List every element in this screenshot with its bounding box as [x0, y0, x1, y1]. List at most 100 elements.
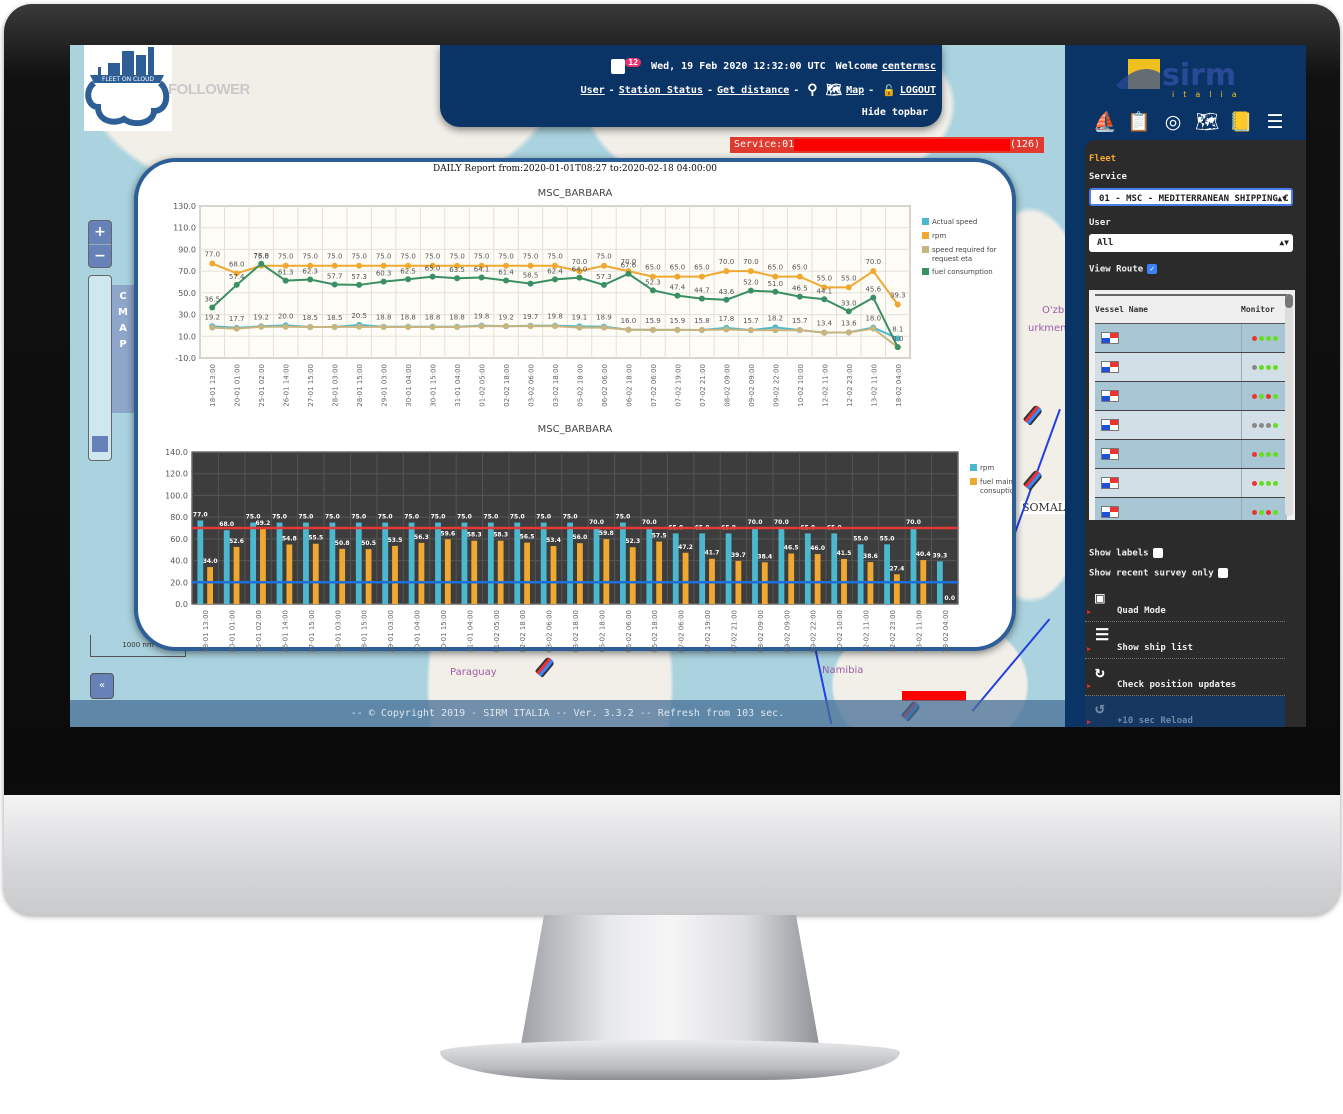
data-label: 33.0	[841, 299, 857, 307]
y-tick-label: 50.0	[178, 289, 196, 298]
cmap-tab[interactable]: C M A P	[112, 285, 134, 413]
ship-marker-icon[interactable]	[1022, 404, 1044, 426]
vessel-row[interactable]	[1095, 411, 1287, 440]
panama-flag-icon	[1101, 332, 1119, 344]
redacted-service-name	[794, 139, 1010, 151]
hide-topbar-button[interactable]: Hide topbar	[862, 107, 928, 118]
data-label: 27.4	[889, 565, 904, 572]
data-point	[209, 260, 216, 267]
data-point	[405, 323, 412, 330]
report-icon[interactable]: 📋	[1127, 109, 1151, 135]
status-dot-gray	[1251, 364, 1257, 370]
view-route-checkbox[interactable]: ✓	[1147, 264, 1158, 274]
data-label: 65.0	[670, 264, 686, 272]
menu-quad-mode[interactable]: ▶ ▣ Quad Mode	[1085, 586, 1285, 622]
map-pin-icon[interactable]: 🗺	[826, 83, 843, 98]
data-label: 76.8	[253, 252, 269, 260]
zoom-in-button[interactable]: +	[89, 221, 111, 244]
x-tick-label: 01-02 05:00	[493, 610, 501, 653]
zoom-out-button[interactable]: −	[89, 244, 111, 267]
x-tick-label: 18-01 13:00	[209, 364, 217, 407]
station-status-link[interactable]: Station Status	[619, 85, 703, 96]
vessel-row[interactable]	[1095, 353, 1287, 382]
user-select[interactable]: All ▲▼	[1089, 234, 1293, 252]
data-label: 55.5	[308, 535, 323, 542]
vessel-list-scrollbar[interactable]	[1285, 294, 1293, 516]
username-link[interactable]: centermsc	[882, 61, 936, 72]
data-label: 18.5	[327, 314, 343, 322]
ship-marker-icon[interactable]	[534, 656, 556, 678]
ship-marker-icon[interactable]	[1022, 469, 1044, 491]
cmap-letter: M	[118, 307, 128, 318]
get-distance-link[interactable]: Get distance	[717, 85, 789, 96]
logout-link[interactable]: LOGOUT	[900, 85, 936, 96]
data-label: 16.0	[621, 317, 637, 325]
user-notifications-icon[interactable]	[611, 59, 626, 74]
vessel-row[interactable]	[1095, 469, 1287, 498]
x-tick-label: 02-02 18:00	[503, 364, 511, 407]
column-monitor: Monitor	[1241, 305, 1275, 314]
vessel-row[interactable]	[1095, 498, 1287, 520]
y-tick-label: 30.0	[178, 311, 196, 320]
map-icon[interactable]: 🗺	[1195, 109, 1219, 135]
location-pin-icon[interactable]: ◎	[1161, 109, 1185, 135]
data-label: 44.7	[694, 287, 710, 295]
data-label: 75.0	[351, 514, 366, 521]
bar	[814, 554, 821, 604]
y-tick-label: 10.0	[178, 332, 196, 341]
status-dot-green	[1258, 451, 1264, 457]
service-select[interactable]: 01 - MSC - MEDITERRANEAN SHIPPING C ▲▼	[1089, 188, 1293, 206]
data-point	[307, 276, 314, 283]
x-tick-label: 30-01 15:00	[440, 610, 448, 653]
x-tick-label: 30-01 04:00	[414, 610, 422, 653]
search-icon[interactable]: ⚲	[807, 82, 817, 98]
map-view[interactable]: FLEET ON CLOUD FOLLOWER + − C M A P 1000…	[70, 45, 1078, 727]
data-point	[233, 281, 240, 288]
layers-icon[interactable]: ☰	[1263, 109, 1287, 135]
bar	[804, 533, 811, 604]
data-label: 62.4	[547, 267, 563, 275]
status-dot-green	[1258, 393, 1264, 399]
data-point	[796, 327, 803, 334]
bar	[629, 547, 636, 604]
bar	[329, 522, 336, 604]
show-recent-survey-checkbox[interactable]	[1217, 568, 1228, 578]
service-count: (126)	[1009, 139, 1040, 150]
data-label: 75.0	[351, 253, 367, 261]
data-point	[821, 329, 828, 336]
map-label-ozb: O'zb	[1042, 305, 1065, 316]
vessel-row[interactable]	[1095, 440, 1287, 469]
data-point	[845, 329, 852, 336]
data-label: 19.1	[572, 313, 588, 321]
data-label: 46.5	[784, 545, 799, 552]
monitor-cell	[1241, 324, 1287, 352]
data-label: 55.0	[880, 535, 895, 542]
legend-swatch	[970, 478, 977, 485]
bar	[497, 540, 504, 604]
vessel-row[interactable]	[1095, 382, 1287, 411]
slider-handle[interactable]	[92, 436, 108, 452]
show-labels-label: Show labels	[1089, 548, 1149, 559]
data-point	[503, 277, 510, 284]
status-dot-green	[1265, 480, 1271, 486]
data-point	[772, 273, 779, 280]
map-link[interactable]: Map	[846, 85, 864, 96]
fleet-section-title: Fleet	[1089, 154, 1117, 164]
menu-check-position-updates[interactable]: ▶ ↻ Check position updates	[1085, 660, 1285, 696]
ship-icon[interactable]: ⛵	[1093, 109, 1117, 135]
contacts-icon[interactable]: 📒	[1229, 109, 1253, 135]
vessel-row[interactable]	[1095, 324, 1287, 353]
show-labels-checkbox[interactable]	[1152, 548, 1163, 558]
menu-reload[interactable]: ▶ ↺ +10 sec Reload	[1085, 696, 1285, 727]
data-point	[282, 277, 289, 284]
data-label: 15.7	[743, 317, 759, 325]
menu-show-ship-list[interactable]: ▶ ☰ Show ship list	[1085, 623, 1285, 659]
cmap-slider[interactable]	[88, 275, 112, 461]
scrollbar-thumb[interactable]	[1285, 294, 1293, 308]
collapse-button[interactable]: «	[90, 673, 114, 699]
bar	[207, 567, 214, 604]
data-point	[405, 276, 412, 283]
user-link[interactable]: User	[581, 85, 605, 96]
data-point	[478, 274, 485, 281]
bar	[593, 528, 600, 604]
